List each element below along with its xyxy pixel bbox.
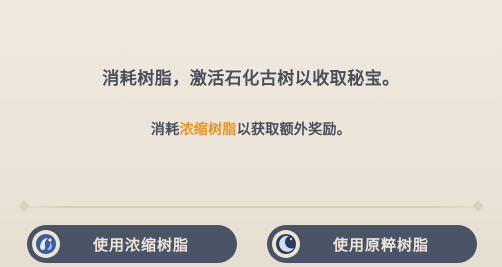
divider-right-ornament (472, 200, 484, 212)
use-condensed-resin-button[interactable]: 使用浓缩树脂 (27, 225, 237, 263)
sub-message-suffix: 以获取额外奖励。 (236, 122, 352, 138)
use-original-resin-label: 使用原粹树脂 (332, 235, 429, 254)
condensed-resin-icon (32, 230, 60, 258)
sub-message: 消耗浓缩树脂以获取额外奖励。 (0, 119, 502, 139)
divider-line (12, 206, 490, 208)
original-resin-moon-icon (272, 230, 300, 258)
resin-dialog: 消耗树脂，激活石化古树以收取秘宝。 消耗浓缩树脂以获取额外奖励。 使用浓缩树脂 … (0, 0, 502, 267)
use-condensed-resin-label: 使用浓缩树脂 (92, 235, 189, 254)
use-original-resin-button[interactable]: 使用原粹树脂 (267, 225, 477, 263)
condensed-resin-highlight: 浓缩树脂 (179, 122, 237, 138)
divider-left-ornament (18, 200, 30, 212)
main-message: 消耗树脂，激活石化古树以收取秘宝。 (102, 69, 400, 89)
sub-message-prefix: 消耗 (150, 122, 180, 138)
